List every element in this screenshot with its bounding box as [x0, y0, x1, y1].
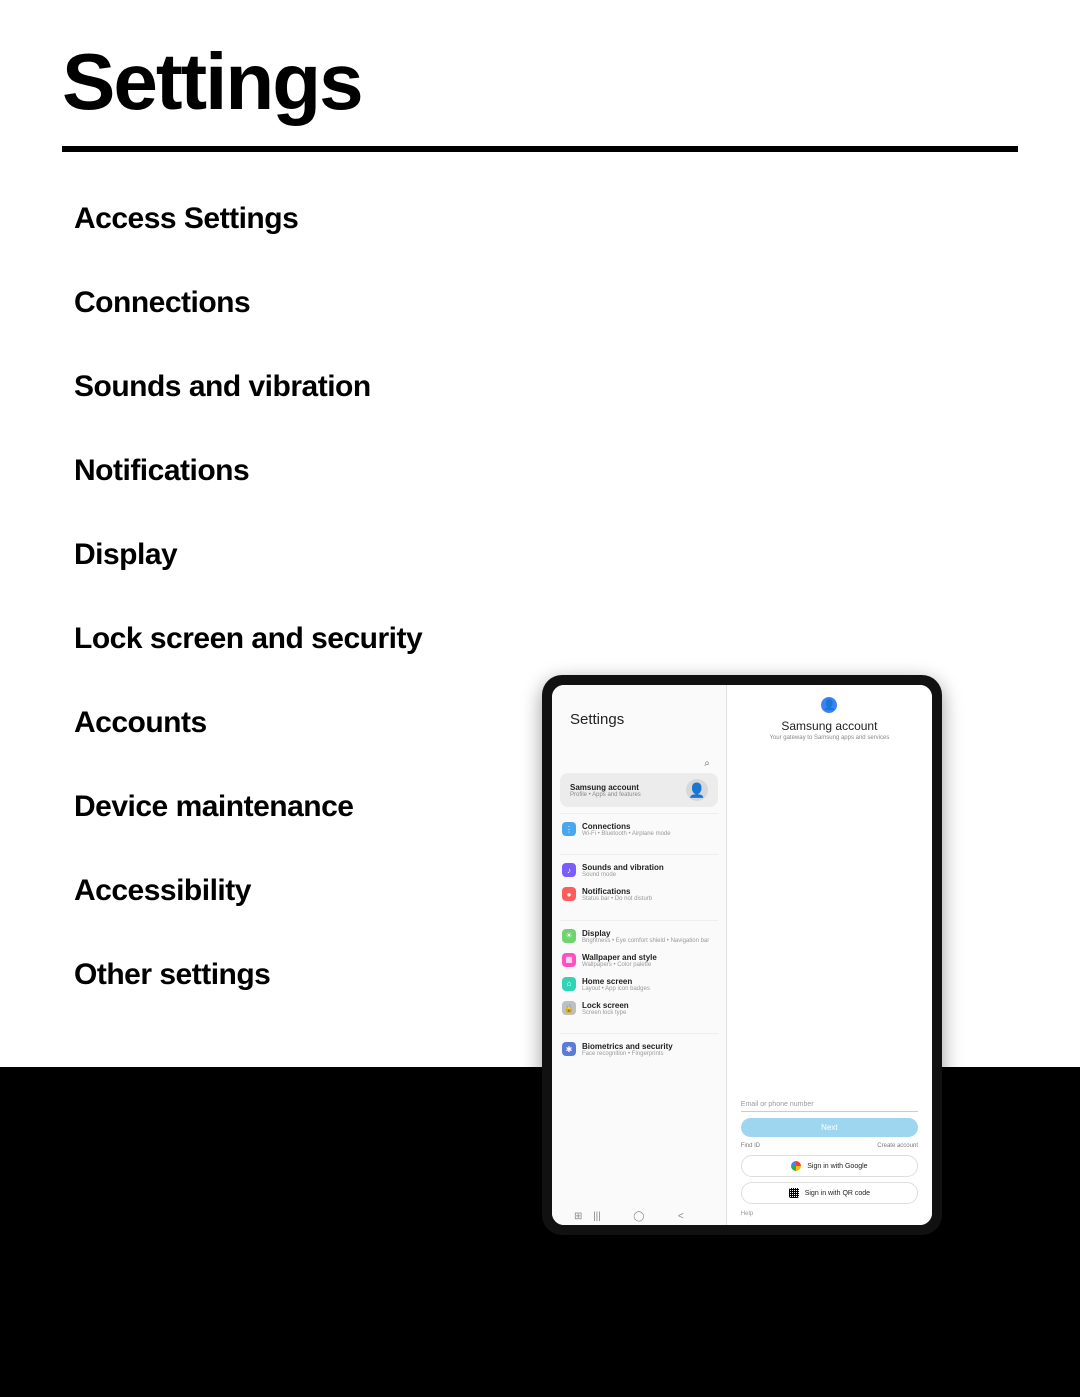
- home-button[interactable]: ◯: [618, 1211, 660, 1222]
- qr-icon: [789, 1188, 799, 1198]
- settings-right-pane: 👤 Samsung account Your gateway to Samsun…: [727, 685, 932, 1225]
- toc-item[interactable]: Connections: [74, 286, 1080, 320]
- row-title: Lock screen: [582, 1001, 716, 1010]
- settings-row-home[interactable]: ⌂ Home screen Layout • App icon badges: [560, 973, 718, 997]
- avatar-icon: 👤: [686, 779, 708, 801]
- tablet-screen: Settings ⌕ Samsung account Profile • App…: [552, 685, 932, 1225]
- display-icon: ☀: [562, 929, 576, 943]
- toc-item[interactable]: Display: [74, 538, 1080, 572]
- toc-item[interactable]: Access Settings: [74, 202, 1080, 236]
- settings-left-pane: Settings ⌕ Samsung account Profile • App…: [552, 685, 727, 1225]
- toc-item[interactable]: Lock screen and security: [74, 622, 1080, 656]
- google-signin-button[interactable]: Sign in with Google: [741, 1155, 918, 1177]
- search-icon[interactable]: ⌕: [704, 758, 710, 769]
- email-field[interactable]: Email or phone number: [741, 1098, 918, 1112]
- page-title: Settings: [62, 36, 1080, 128]
- row-sub: Screen lock type: [582, 1010, 716, 1017]
- lock-icon: 🔒: [562, 1001, 576, 1015]
- settings-row-biometrics[interactable]: ✱ Biometrics and security Face recogniti…: [560, 1038, 718, 1062]
- back-button[interactable]: <: [660, 1211, 702, 1222]
- row-title: Home screen: [582, 977, 716, 986]
- qr-signin-label: Sign in with QR code: [805, 1190, 870, 1197]
- google-signin-label: Sign in with Google: [807, 1163, 867, 1170]
- wallpaper-icon: ▦: [562, 953, 576, 967]
- row-title: Display: [582, 929, 716, 938]
- samsung-account-title: Samsung account: [570, 783, 686, 792]
- help-link[interactable]: Help: [741, 1211, 918, 1217]
- settings-row-lockscreen[interactable]: 🔒 Lock screen Screen lock type: [560, 997, 718, 1021]
- row-title: Biometrics and security: [582, 1042, 716, 1051]
- settings-group: ⋮ Connections Wi-Fi • Bluetooth • Airpla…: [560, 813, 718, 842]
- settings-group: ♪ Sounds and vibration Sound mode ● Noti…: [560, 854, 718, 907]
- row-sub: Wi-Fi • Bluetooth • Airplane mode: [582, 831, 716, 838]
- notifications-icon: ●: [562, 887, 576, 901]
- row-sub: Layout • App icon badges: [582, 986, 716, 993]
- settings-row-wallpaper[interactable]: ▦ Wallpaper and style Wallpapers • Color…: [560, 949, 718, 973]
- right-title: Samsung account: [741, 719, 918, 733]
- account-icon: 👤: [821, 697, 837, 713]
- find-id-link[interactable]: Find ID: [741, 1143, 760, 1149]
- samsung-account-sub: Profile • Apps and features: [570, 792, 686, 798]
- row-title: Notifications: [582, 887, 716, 896]
- row-sub: Sound mode: [582, 872, 716, 879]
- row-sub: Brightness • Eye comfort shield • Naviga…: [582, 938, 716, 945]
- connections-icon: ⋮: [562, 822, 576, 836]
- tablet-frame: Settings ⌕ Samsung account Profile • App…: [542, 675, 942, 1235]
- settings-group: ✱ Biometrics and security Face recogniti…: [560, 1033, 718, 1062]
- title-rule: [62, 146, 1018, 152]
- android-navbar: ⊞ ||| ◯ <: [552, 1207, 726, 1225]
- settings-heading: Settings: [570, 711, 726, 728]
- row-sub: Status bar • Do not disturb: [582, 896, 716, 903]
- google-icon: [791, 1161, 801, 1171]
- row-sub: Face recognition • Fingerprints: [582, 1051, 716, 1058]
- settings-row-sounds[interactable]: ♪ Sounds and vibration Sound mode: [560, 859, 718, 883]
- home-icon: ⌂: [562, 977, 576, 991]
- row-sub: Wallpapers • Color palette: [582, 962, 716, 969]
- sounds-icon: ♪: [562, 863, 576, 877]
- settings-row-connections[interactable]: ⋮ Connections Wi-Fi • Bluetooth • Airpla…: [560, 818, 718, 842]
- toc-item[interactable]: Notifications: [74, 454, 1080, 488]
- biometrics-icon: ✱: [562, 1042, 576, 1056]
- qr-signin-button[interactable]: Sign in with QR code: [741, 1182, 918, 1204]
- create-account-link[interactable]: Create account: [877, 1143, 918, 1149]
- toc-item[interactable]: Sounds and vibration: [74, 370, 1080, 404]
- samsung-account-row[interactable]: Samsung account Profile • Apps and featu…: [560, 773, 718, 807]
- settings-row-display[interactable]: ☀ Display Brightness • Eye comfort shiel…: [560, 925, 718, 949]
- row-title: Connections: [582, 822, 716, 831]
- next-button[interactable]: Next: [741, 1118, 918, 1137]
- settings-row-notifications[interactable]: ● Notifications Status bar • Do not dist…: [560, 883, 718, 907]
- row-title: Sounds and vibration: [582, 863, 716, 872]
- row-title: Wallpaper and style: [582, 953, 716, 962]
- tray-icon[interactable]: ⊞: [574, 1211, 582, 1222]
- settings-group: ☀ Display Brightness • Eye comfort shiel…: [560, 920, 718, 1022]
